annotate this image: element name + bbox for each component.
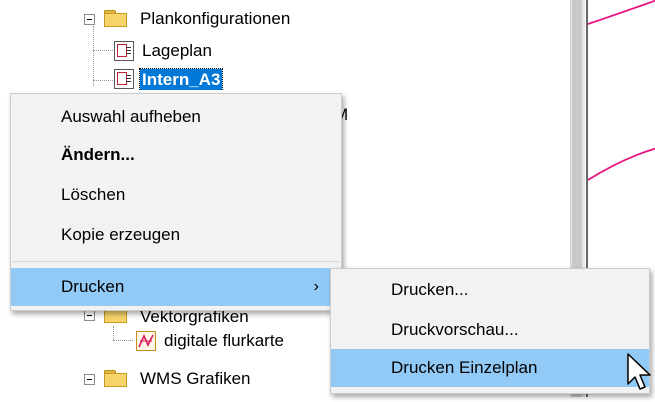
menu-item-kopie-erzeugen[interactable]: Kopie erzeugen: [11, 216, 341, 254]
menu-item-drucken[interactable]: Drucken ›: [11, 268, 341, 306]
submenu-drucken: Drucken... Druckvorschau... Drucken Einz…: [330, 268, 650, 394]
menu-item-label: Drucken...: [391, 280, 469, 299]
chevron-right-icon: ›: [313, 278, 319, 295]
menu-item-label: Drucken: [61, 277, 125, 296]
tree-item-label: Plankonfigurationen: [140, 9, 291, 28]
menu-item-aendern[interactable]: Ändern...: [11, 136, 341, 174]
plan-icon: [114, 69, 134, 89]
menu-item-label: Druckvorschau...: [391, 320, 519, 339]
mouse-cursor-icon: [627, 353, 651, 390]
tree-item-intern-a3[interactable]: Intern_A3: [110, 66, 310, 90]
menu-item-label: Löschen: [61, 185, 126, 204]
menu-item-label: Auswahl aufheben: [61, 107, 201, 126]
menu-item-label: Ändern...: [61, 145, 135, 164]
menu-separator: [13, 261, 339, 262]
vector-graphic-icon: [136, 331, 156, 351]
tree-line: [113, 326, 114, 340]
submenu-item-drucken[interactable]: Drucken...: [331, 271, 649, 309]
folder-icon: [104, 370, 127, 387]
menu-item-auswahl-aufheben[interactable]: Auswahl aufheben: [11, 98, 341, 136]
submenu-item-druckvorschau[interactable]: Druckvorschau...: [331, 311, 649, 349]
tree-item-label: digitale flurkarte: [164, 331, 285, 350]
tree-item-wms-grafiken[interactable]: WMS Grafiken: [80, 366, 340, 392]
context-menu: Auswahl aufheben Ändern... Löschen Kopie…: [10, 93, 342, 311]
tree-item-label: Lageplan: [142, 41, 212, 60]
folder-icon: [104, 10, 127, 27]
tree-item-label-selected: Intern_A3: [138, 68, 224, 90]
tree-line: [113, 340, 133, 341]
collapse-icon[interactable]: [84, 14, 95, 25]
menu-item-label: Drucken Einzelplan: [391, 358, 538, 377]
tree-item-lageplan[interactable]: Lageplan: [110, 38, 310, 64]
collapse-icon[interactable]: [84, 374, 95, 385]
menu-item-label: Kopie erzeugen: [61, 225, 181, 244]
tree-item-label: WMS Grafiken: [140, 369, 251, 388]
submenu-item-drucken-einzelplan[interactable]: Drucken Einzelplan: [331, 349, 649, 387]
collapse-icon[interactable]: [84, 310, 95, 321]
tree-item-digitale-flurkarte[interactable]: digitale flurkarte: [136, 328, 336, 354]
tree-line: [93, 26, 94, 86]
menu-item-loeschen[interactable]: Löschen: [11, 176, 341, 214]
plan-icon: [114, 41, 134, 61]
tree-item-plankonfigurationen[interactable]: Plankonfigurationen: [80, 6, 380, 32]
